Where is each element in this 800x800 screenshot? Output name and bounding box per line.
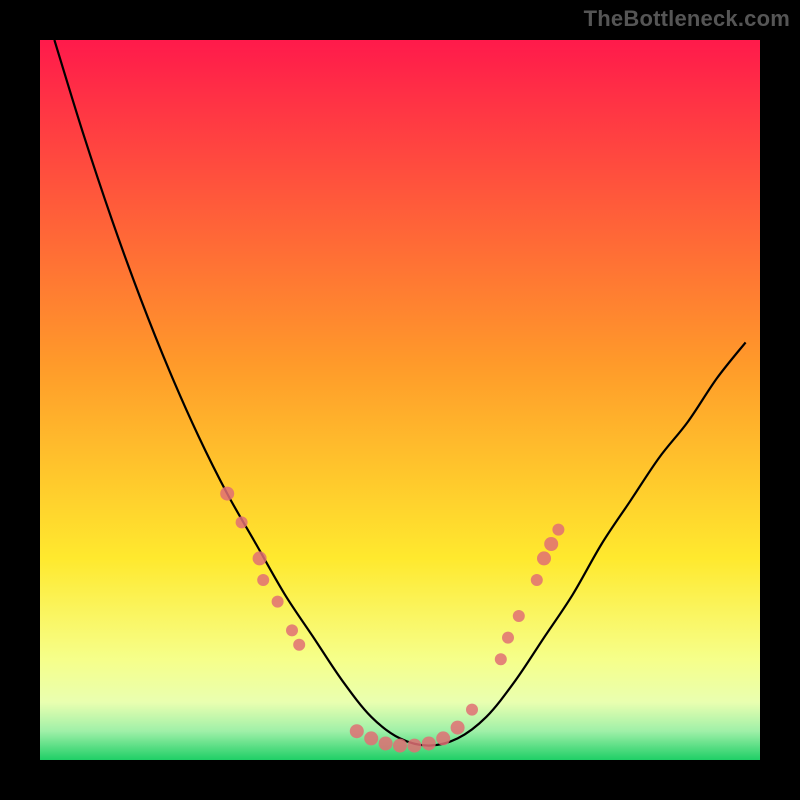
highlighted-point [537,551,551,565]
highlighted-point [293,639,305,651]
highlighted-point [272,596,284,608]
highlighted-point [350,724,364,738]
gradient-background [40,40,760,760]
highlighted-point [436,731,450,745]
highlighted-point [286,624,298,636]
bottleneck-chart-svg [40,40,760,760]
highlighted-point [257,574,269,586]
highlighted-point [495,653,507,665]
highlighted-point [422,736,436,750]
plot-area [40,40,760,760]
watermark-text: TheBottleneck.com [584,6,790,32]
highlighted-point [466,704,478,716]
highlighted-point [364,731,378,745]
highlighted-point [552,524,564,536]
highlighted-point [236,516,248,528]
highlighted-point [379,736,393,750]
highlighted-point [407,739,421,753]
highlighted-point [253,551,267,565]
highlighted-point [513,610,525,622]
chart-frame: TheBottleneck.com [0,0,800,800]
highlighted-point [531,574,543,586]
highlighted-point [451,721,465,735]
highlighted-point [502,632,514,644]
highlighted-point [544,537,558,551]
highlighted-point [220,487,234,501]
highlighted-point [393,739,407,753]
